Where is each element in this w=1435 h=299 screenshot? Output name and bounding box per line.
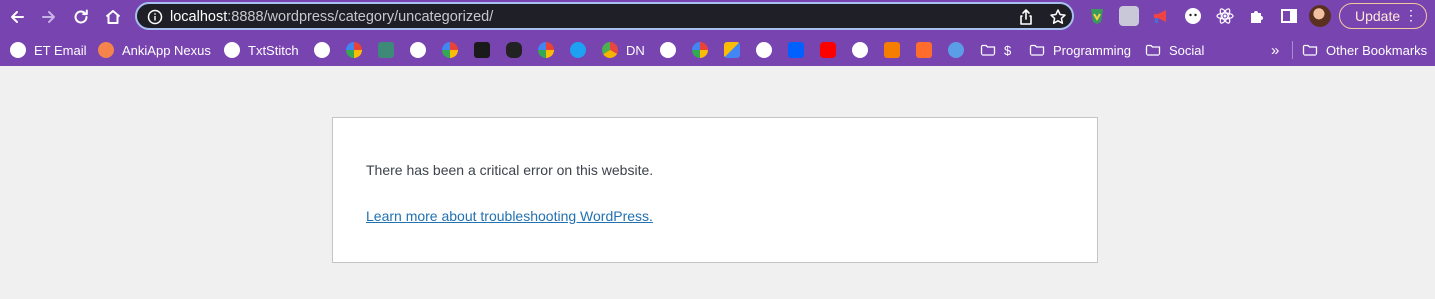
globe-icon[interactable] xyxy=(756,42,772,58)
dropbox-icon[interactable] xyxy=(788,42,804,58)
home-icon xyxy=(105,10,121,24)
globe-icon[interactable] xyxy=(660,42,676,58)
extension-react-icon[interactable] xyxy=(1215,6,1235,26)
ads-icon[interactable] xyxy=(724,42,740,58)
bookmark-item[interactable]: DN xyxy=(602,41,645,59)
bookmark-label: ET Email xyxy=(34,42,87,58)
bookmark-label: Social xyxy=(1169,42,1205,58)
bookmark-label: AnkiApp Nexus xyxy=(122,42,211,58)
bookmark-folder[interactable]: $ xyxy=(980,41,1011,59)
extension-font-icon[interactable] xyxy=(1119,6,1139,26)
globe-icon[interactable] xyxy=(314,42,330,58)
folder-icon xyxy=(980,44,996,56)
app-icon[interactable] xyxy=(948,42,964,58)
bookmarks-bar xyxy=(0,34,1435,66)
app-icon[interactable] xyxy=(474,42,490,58)
share-icon[interactable] xyxy=(1017,8,1035,26)
reload-icon xyxy=(74,9,88,24)
folder-icon xyxy=(1302,44,1318,56)
globe-icon[interactable] xyxy=(410,42,426,58)
reload-button[interactable] xyxy=(68,4,94,30)
overflow-chevron-icon: » xyxy=(1271,41,1280,59)
extension-megaphone-icon[interactable] xyxy=(1151,6,1171,26)
globe-icon xyxy=(224,42,240,58)
dn-icon xyxy=(602,42,618,58)
bookmark-item[interactable]: TxtStitch xyxy=(224,41,299,59)
menu-dots-icon[interactable]: ⋮ xyxy=(1404,7,1418,24)
url-host: localhost xyxy=(170,9,228,25)
google-icon[interactable] xyxy=(692,42,708,58)
home-button[interactable] xyxy=(100,4,126,30)
folder-icon xyxy=(1145,44,1161,56)
bookmark-label: Programming xyxy=(1053,42,1132,58)
bookmark-folder[interactable]: Programming xyxy=(1029,41,1131,59)
youtube-icon[interactable] xyxy=(820,42,836,58)
bookmark-label: Other Bookmarks xyxy=(1326,42,1428,58)
bookmark-item[interactable]: ET Email xyxy=(10,41,87,59)
bookmark-item[interactable]: AnkiApp Nexus xyxy=(98,41,211,59)
blogger-icon[interactable] xyxy=(884,42,900,58)
bookmark-label: TxtStitch xyxy=(248,42,299,58)
bookmark-folder[interactable]: Social xyxy=(1145,41,1204,59)
twitter-icon[interactable] xyxy=(570,42,586,58)
update-button[interactable]: Update ⋮ xyxy=(1339,3,1427,29)
bookmarks-overflow-button[interactable]: » xyxy=(1271,41,1279,59)
bookmark-folder[interactable]: Other Bookmarks xyxy=(1302,41,1427,59)
bookmark-star-icon[interactable] xyxy=(1049,8,1067,26)
bookmarks-divider xyxy=(1292,41,1293,59)
url-path: :8888/wordpress/category/uncategorized/ xyxy=(227,9,494,25)
browser-toolbar: localhost:8888/wordpress/category/uncate… xyxy=(0,0,1435,34)
troubleshooting-link[interactable]: Learn more about troubleshooting WordPre… xyxy=(366,208,653,224)
extension-face-icon[interactable] xyxy=(1183,6,1203,26)
google-icon[interactable] xyxy=(538,42,554,58)
drive-icon[interactable] xyxy=(378,42,394,58)
arrow-left-icon xyxy=(11,11,24,23)
bookmark-label: DN xyxy=(626,42,645,58)
google-icon[interactable] xyxy=(346,42,362,58)
google-icon[interactable] xyxy=(442,42,458,58)
extensions-puzzle-icon[interactable] xyxy=(1247,6,1267,26)
bookmark-label: $ xyxy=(1004,42,1012,58)
globe-icon xyxy=(10,42,26,58)
error-message: There has been a critical error on this … xyxy=(366,162,654,178)
error-card: There has been a critical error on this … xyxy=(332,117,1098,263)
forward-button[interactable] xyxy=(36,4,62,30)
side-panel-icon[interactable] xyxy=(1279,6,1299,26)
arrow-right-icon xyxy=(42,11,55,23)
extension-shield-icon[interactable] xyxy=(1087,6,1107,26)
back-button[interactable] xyxy=(4,4,30,30)
folder-icon xyxy=(1029,44,1045,56)
update-label: Update xyxy=(1355,8,1401,24)
info-icon[interactable] xyxy=(147,9,163,25)
profile-avatar[interactable] xyxy=(1309,5,1331,27)
cpanel-icon[interactable] xyxy=(916,42,932,58)
globe-icon[interactable] xyxy=(852,42,868,58)
url-text[interactable]: localhost:8888/wordpress/category/uncate… xyxy=(170,9,493,25)
ankiapp-icon xyxy=(98,42,114,58)
address-bar[interactable]: localhost:8888/wordpress/category/uncate… xyxy=(135,2,1074,30)
mask-icon[interactable] xyxy=(506,42,522,58)
